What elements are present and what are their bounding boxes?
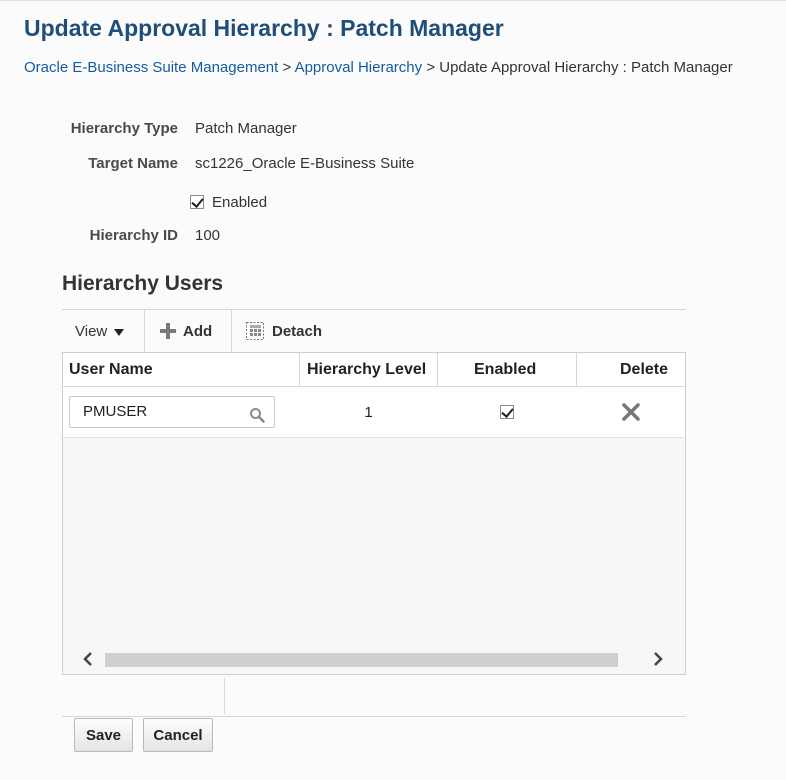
chevron-left-icon[interactable] bbox=[79, 650, 99, 668]
hierarchy-id-value: 100 bbox=[195, 227, 221, 244]
toolbar-separator bbox=[231, 310, 232, 352]
add-label: Add bbox=[183, 322, 213, 340]
scrollbar-thumb[interactable] bbox=[105, 653, 618, 667]
plus-icon bbox=[159, 322, 177, 340]
search-icon[interactable] bbox=[249, 404, 265, 423]
enabled-cell bbox=[438, 387, 576, 437]
breadcrumb-link-ebs-management[interactable]: Oracle E-Business Suite Management bbox=[24, 59, 278, 76]
column-header-delete[interactable]: Delete bbox=[620, 353, 668, 386]
hierarchy-id-row: Hierarchy ID 100 bbox=[0, 227, 786, 247]
cancel-button[interactable]: Cancel bbox=[143, 718, 213, 752]
chevron-down-icon bbox=[114, 329, 125, 336]
table-header: User Name Hierarchy Level Enabled Delete bbox=[63, 353, 685, 387]
page-title: Update Approval Hierarchy : Patch Manage… bbox=[24, 15, 504, 41]
user-name-value: PMUSER bbox=[83, 403, 148, 420]
close-icon[interactable] bbox=[621, 402, 641, 422]
horizontal-scrollbar[interactable] bbox=[63, 650, 685, 668]
hierarchy-type-label: Hierarchy Type bbox=[70, 120, 178, 137]
view-menu[interactable]: View bbox=[75, 310, 125, 352]
enabled-label: Enabled bbox=[212, 193, 268, 211]
detach-button[interactable]: Detach bbox=[245, 310, 322, 352]
target-name-label: Target Name bbox=[88, 155, 178, 172]
detach-icon bbox=[245, 321, 265, 341]
hierarchy-users-table: User Name Hierarchy Level Enabled Delete… bbox=[62, 352, 686, 675]
row-enabled-checkbox[interactable] bbox=[500, 405, 514, 419]
breadcrumb-link-approval-hierarchy[interactable]: Approval Hierarchy bbox=[295, 59, 423, 76]
footer-divider bbox=[62, 716, 686, 717]
enabled-checkbox[interactable] bbox=[190, 195, 204, 209]
table-toolbar: View Add Detach bbox=[62, 310, 686, 352]
hierarchy-level-value: 1 bbox=[364, 403, 373, 421]
hierarchy-type-row: Hierarchy Type Patch Manager bbox=[0, 120, 786, 140]
column-header-user-name[interactable]: User Name bbox=[69, 353, 153, 386]
enabled-row: Enabled bbox=[190, 192, 267, 212]
hierarchy-type-value: Patch Manager bbox=[195, 120, 297, 137]
toolbar-separator bbox=[144, 310, 145, 352]
add-button[interactable]: Add bbox=[159, 310, 212, 352]
section-title-hierarchy-users: Hierarchy Users bbox=[62, 272, 224, 295]
user-name-input[interactable]: PMUSER bbox=[69, 396, 275, 428]
breadcrumb: Oracle E-Business Suite Management > App… bbox=[24, 59, 733, 76]
breadcrumb-current: Update Approval Hierarchy : Patch Manage… bbox=[439, 59, 733, 76]
column-header-enabled[interactable]: Enabled bbox=[474, 353, 536, 386]
breadcrumb-separator: > bbox=[282, 59, 292, 76]
hierarchy-id-label: Hierarchy ID bbox=[89, 227, 178, 244]
save-button[interactable]: Save bbox=[74, 718, 133, 752]
target-name-value: sc1226_Oracle E-Business Suite bbox=[195, 155, 415, 172]
divider bbox=[224, 678, 225, 714]
chevron-right-icon[interactable] bbox=[647, 650, 667, 668]
column-header-hierarchy-level[interactable]: Hierarchy Level bbox=[307, 353, 426, 386]
delete-cell bbox=[577, 387, 685, 437]
table-row: PMUSER 1 bbox=[63, 387, 685, 438]
target-name-row: Target Name sc1226_Oracle E-Business Sui… bbox=[0, 155, 786, 175]
top-border bbox=[0, 0, 786, 1]
detach-label: Detach bbox=[272, 322, 323, 340]
view-label: View bbox=[75, 322, 108, 340]
breadcrumb-separator: > bbox=[426, 59, 436, 76]
